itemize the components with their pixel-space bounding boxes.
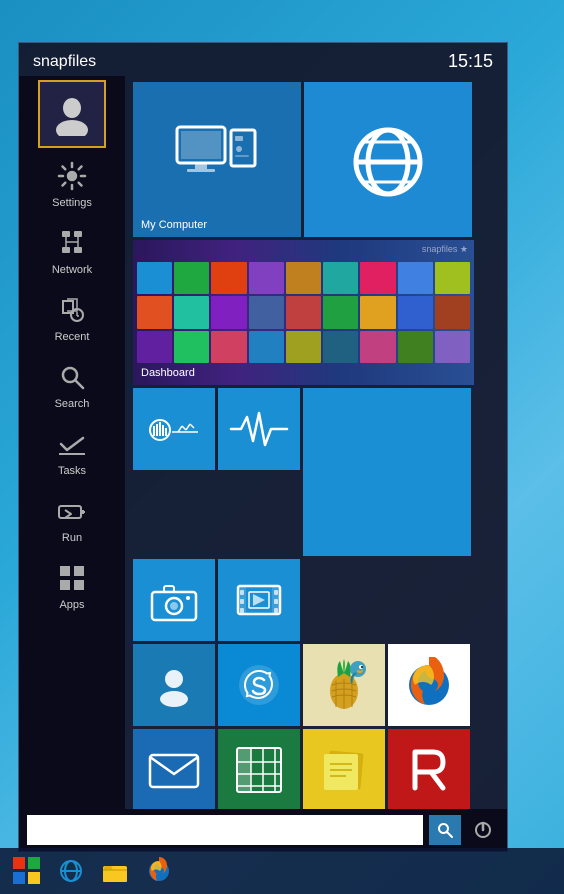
user-avatar[interactable] bbox=[38, 80, 106, 148]
tiles-area: My Computer bbox=[125, 76, 507, 809]
start-menu: snapfiles 15:15 bbox=[18, 42, 508, 852]
taskbar-ie[interactable] bbox=[50, 852, 92, 890]
tile-firefox[interactable] bbox=[388, 644, 470, 726]
sidebar-item-search[interactable]: Search bbox=[19, 351, 125, 418]
recent-icon bbox=[54, 292, 90, 328]
run-label: Run bbox=[62, 532, 82, 544]
mail-icon bbox=[133, 729, 215, 809]
tile-my-computer[interactable]: My Computer bbox=[133, 82, 301, 237]
sidebar-item-recent[interactable]: Recent bbox=[19, 284, 125, 351]
firefox-icon bbox=[388, 644, 470, 726]
tiles-row-4 bbox=[133, 559, 499, 641]
tile-film[interactable] bbox=[218, 559, 300, 641]
skype-icon bbox=[218, 644, 300, 726]
apps-label: Apps bbox=[59, 599, 84, 611]
settings-label: Settings bbox=[52, 197, 92, 209]
network-icon bbox=[54, 225, 90, 261]
revo-icon bbox=[388, 729, 470, 809]
taskbar-firefox[interactable] bbox=[138, 852, 180, 890]
search-icon bbox=[54, 359, 90, 395]
tiles-row-2: snapfiles ★ Dashboard bbox=[133, 240, 499, 385]
tile-pulse[interactable] bbox=[218, 388, 300, 470]
user-icon bbox=[50, 92, 94, 136]
tile-stats[interactable] bbox=[133, 388, 215, 470]
taskbar-start-button[interactable] bbox=[6, 852, 48, 890]
main-body: Settings Network bbox=[19, 76, 507, 809]
tasks-label: Tasks bbox=[58, 465, 86, 477]
tiles-row-5 bbox=[133, 644, 499, 726]
search-button-icon bbox=[437, 822, 453, 838]
tiles-row-3 bbox=[133, 388, 499, 556]
tile-camera[interactable] bbox=[133, 559, 215, 641]
computer-icon bbox=[133, 82, 301, 237]
dashboard-watermark: snapfiles ★ bbox=[422, 244, 468, 255]
tile-skype[interactable] bbox=[218, 644, 300, 726]
explorer-taskbar-icon bbox=[101, 858, 129, 884]
ie-taskbar-icon bbox=[57, 857, 85, 885]
tile-dashboard-label: Dashboard bbox=[141, 367, 195, 379]
network-label: Network bbox=[52, 264, 92, 276]
recent-label: Recent bbox=[55, 331, 90, 343]
tile-notes[interactable] bbox=[303, 729, 385, 809]
tile-excel[interactable] bbox=[218, 729, 300, 809]
clock-display: 15:15 bbox=[448, 51, 493, 72]
search-button[interactable] bbox=[429, 815, 461, 845]
camera-icon bbox=[133, 559, 215, 641]
tasks-icon bbox=[54, 426, 90, 462]
dashboard-grid bbox=[133, 240, 474, 385]
search-label: Search bbox=[55, 398, 90, 410]
film-icon bbox=[218, 559, 300, 641]
power-icon bbox=[473, 820, 493, 840]
windows-logo bbox=[13, 857, 41, 885]
sidebar-item-settings[interactable]: Settings bbox=[19, 150, 125, 217]
sidebar: Settings Network bbox=[19, 76, 125, 809]
username-label: snapfiles bbox=[33, 53, 96, 71]
tiles-row-6 bbox=[133, 729, 499, 809]
firefox-taskbar-icon bbox=[145, 857, 173, 885]
excel-icon bbox=[218, 729, 300, 809]
tile-revo[interactable] bbox=[388, 729, 470, 809]
start-menu-header: snapfiles 15:15 bbox=[19, 43, 507, 76]
sidebar-item-tasks[interactable]: Tasks bbox=[19, 418, 125, 485]
fruity-icon bbox=[303, 644, 385, 726]
tile-my-computer-label: My Computer bbox=[141, 219, 207, 231]
ie-icon bbox=[312, 88, 464, 231]
run-icon bbox=[54, 493, 90, 529]
tile-dashboard[interactable]: snapfiles ★ Dashboard bbox=[133, 240, 474, 385]
taskbar-explorer[interactable] bbox=[94, 852, 136, 890]
apps-icon bbox=[54, 560, 90, 596]
sidebar-item-apps[interactable]: Apps bbox=[19, 552, 125, 619]
tile-mail[interactable] bbox=[133, 729, 215, 809]
pulse-icon bbox=[218, 388, 300, 470]
tile-contact[interactable] bbox=[133, 644, 215, 726]
bottom-bar bbox=[19, 809, 507, 851]
power-button[interactable] bbox=[467, 815, 499, 845]
contact-icon bbox=[133, 644, 215, 726]
tiles-row-1: My Computer bbox=[133, 82, 499, 237]
tile-ie[interactable] bbox=[304, 82, 472, 237]
taskbar bbox=[0, 848, 564, 894]
notes-icon bbox=[303, 729, 385, 809]
tile-large-right[interactable] bbox=[303, 388, 471, 556]
gear-icon bbox=[54, 158, 90, 194]
sidebar-item-run[interactable]: Run bbox=[19, 485, 125, 552]
stats-icon bbox=[133, 388, 215, 470]
sidebar-item-network[interactable]: Network bbox=[19, 217, 125, 284]
tile-fruity[interactable] bbox=[303, 644, 385, 726]
search-input[interactable] bbox=[27, 815, 423, 845]
